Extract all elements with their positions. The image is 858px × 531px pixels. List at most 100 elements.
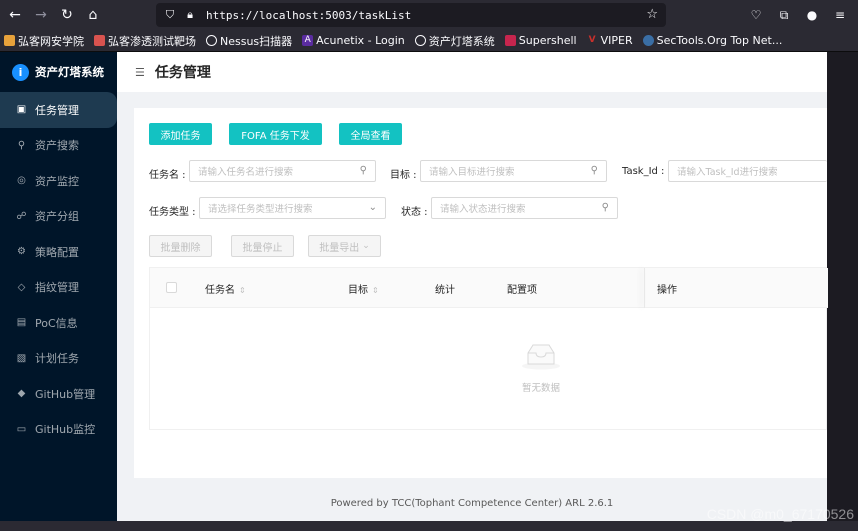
profile-icon[interactable]: ● xyxy=(800,3,824,27)
select-all-checkbox[interactable] xyxy=(166,282,177,293)
task-id-input[interactable]: 请输入Task_Id进行搜索 xyxy=(668,160,827,182)
sidebar: i 资产灯塔系统 ▣ 任务管理 ⚲ 资产搜索 ◎ 资产监控 ☍ 资产分组 ⚙ 策略配置 ◇… xyxy=(0,52,117,521)
global-view-button[interactable]: 全局查看 xyxy=(339,123,402,145)
home-icon[interactable]: ⌂ xyxy=(80,3,106,27)
back-icon[interactable]: ← xyxy=(2,3,28,27)
globe-icon xyxy=(206,35,217,46)
window-bottom-strip xyxy=(0,521,858,531)
sidebar-item-fingerprint[interactable]: ◇ 指纹管理 xyxy=(0,270,117,306)
bookmark-item[interactable]: SecTools.Org Top Net... xyxy=(642,34,782,47)
lock-icon[interactable]: 🔒︎ xyxy=(182,7,198,23)
task-id-placeholder: 请输入Task_Id进行搜索 xyxy=(677,167,778,178)
bookmark-label: Acunetix - Login xyxy=(316,34,405,47)
menu-fold-icon[interactable]: ☰ xyxy=(135,66,145,79)
batch-stop-button[interactable]: 批量停止 xyxy=(231,235,294,257)
browser-toolbar: ← → ↻ ⌂ ⛉ 🔒︎ https://localhost:5003/task… xyxy=(0,0,858,30)
extensions-icon[interactable]: ⧉ xyxy=(772,3,796,27)
column-header-config: 配置项 xyxy=(507,285,537,296)
bookmark-item[interactable]: V VIPER xyxy=(587,34,633,47)
sidebar-item-github-management[interactable]: ◆ GitHub管理 xyxy=(0,376,117,412)
monitor-icon: ◎ xyxy=(17,175,26,187)
bookmark-star-icon[interactable]: ☆ xyxy=(646,7,658,22)
task-type-placeholder: 请选择任务类型进行搜索 xyxy=(208,204,313,215)
supershell-icon xyxy=(504,35,516,46)
file-icon: ▤ xyxy=(16,317,27,329)
search-icon: ⚲ xyxy=(17,139,26,151)
task-name-placeholder: 请输入任务名进行搜索 xyxy=(198,167,294,178)
watermark: CSDN @m0_67170526 xyxy=(706,506,854,522)
column-header-stats: 统计 xyxy=(435,285,455,296)
task-type-select[interactable]: 请选择任务类型进行搜索 ⌄ xyxy=(199,197,386,219)
empty-state: 暂无数据 xyxy=(516,342,566,394)
task-id-label: Task_Id : xyxy=(622,166,665,177)
bookmark-item[interactable]: A Acunetix - Login xyxy=(302,34,405,47)
sidebar-item-label: 指纹管理 xyxy=(35,281,79,295)
reload-icon[interactable]: ↻ xyxy=(54,3,80,27)
chevron-down-icon: ⌄ xyxy=(362,241,370,251)
pocket-icon[interactable]: ♡ xyxy=(744,3,768,27)
task-table: 任务名 ⇕ 目标 ⇕ 统计 配置项 操作 暂无数据 xyxy=(149,267,828,430)
bookmark-item[interactable]: 弘客网安学院 xyxy=(4,33,84,49)
page-title: 任务管理 xyxy=(154,65,211,81)
status-input[interactable]: 请输入状态进行搜索 ⚲ xyxy=(431,197,618,219)
sidebar-item-label: 任务管理 xyxy=(35,103,79,117)
target-input[interactable]: 请输入目标进行搜索 ⚲ xyxy=(420,160,607,182)
status-label: 状态 : xyxy=(401,207,428,218)
bookmark-item[interactable]: Nessus扫描器 xyxy=(206,33,292,49)
logo-icon: i xyxy=(12,63,29,81)
url-text[interactable]: https://localhost:5003/taskList xyxy=(206,9,411,22)
sidebar-item-label: PoC信息 xyxy=(35,316,78,330)
task-name-input[interactable]: 请输入任务名进行搜索 ⚲ xyxy=(189,160,376,182)
batch-export-button[interactable]: 批量导出 ⌄ xyxy=(308,235,381,257)
batch-delete-button[interactable]: 批量删除 xyxy=(149,235,212,257)
schedule-icon: ▧ xyxy=(16,352,27,364)
table-header: 任务名 ⇕ 目标 ⇕ 统计 配置项 操作 xyxy=(150,268,828,308)
viper-icon: V xyxy=(588,35,596,45)
forward-icon[interactable]: → xyxy=(28,3,54,27)
sidebar-item-label: 策略配置 xyxy=(35,245,79,259)
sort-icon[interactable]: ⇕ xyxy=(239,286,246,295)
search-icon[interactable]: ⚲ xyxy=(591,165,598,176)
sort-icon[interactable]: ⇕ xyxy=(372,286,379,295)
target-label: 目标 : xyxy=(390,170,417,181)
bookmark-label: Nessus扫描器 xyxy=(220,34,293,48)
bookmark-item[interactable]: 弘客渗透测试靶场 xyxy=(94,33,196,49)
shield-icon[interactable]: ⛉ xyxy=(162,7,178,23)
column-header-actions: 操作 xyxy=(657,285,677,296)
sidebar-item-poc[interactable]: ▤ PoC信息 xyxy=(0,305,117,341)
sidebar-item-label: 资产监控 xyxy=(35,174,79,188)
sidebar-item-task-management[interactable]: ▣ 任务管理 xyxy=(0,92,117,128)
fofa-task-button[interactable]: FOFA 任务下发 xyxy=(229,123,322,145)
column-header-task-name[interactable]: 任务名 ⇕ xyxy=(205,281,246,296)
app-viewport: i 资产灯塔系统 ▣ 任务管理 ⚲ 资产搜索 ◎ 资产监控 ☍ 资产分组 ⚙ 策略配置 ◇… xyxy=(0,52,828,521)
bookmark-favicon-icon xyxy=(4,35,15,46)
column-header-target[interactable]: 目标 ⇕ xyxy=(348,281,379,296)
eye-icon xyxy=(642,35,654,46)
menu-icon[interactable]: ≡ xyxy=(828,3,852,27)
bookmark-item[interactable]: Supershell xyxy=(504,34,577,47)
tag-icon: ◇ xyxy=(17,281,26,293)
globe-icon xyxy=(414,35,426,46)
address-bar[interactable]: ⛉ 🔒︎ https://localhost:5003/taskList ☆ xyxy=(156,3,666,27)
search-icon[interactable]: ⚲ xyxy=(602,202,609,213)
logo[interactable]: i 资产灯塔系统 xyxy=(0,52,117,92)
bookmark-label: VIPER xyxy=(600,34,633,47)
sidebar-item-policy[interactable]: ⚙ 策略配置 xyxy=(0,234,117,270)
sidebar-item-asset-monitor[interactable]: ◎ 资产监控 xyxy=(0,163,117,199)
sidebar-item-asset-group[interactable]: ☍ 资产分组 xyxy=(0,199,117,235)
sidebar-item-asset-search[interactable]: ⚲ 资产搜索 xyxy=(0,128,117,164)
screen: ← → ↻ ⌂ ⛉ 🔒︎ https://localhost:5003/task… xyxy=(0,0,858,531)
search-icon[interactable]: ⚲ xyxy=(360,165,367,176)
sidebar-item-scheduled-task[interactable]: ▧ 计划任务 xyxy=(0,341,117,377)
bookmark-favicon-icon xyxy=(94,35,105,46)
sidebar-item-github-monitor[interactable]: ▭ GitHub监控 xyxy=(0,412,117,448)
bookmark-label: 弘客渗透测试靶场 xyxy=(108,34,196,48)
bookmark-item[interactable]: 资产灯塔系统 xyxy=(414,33,495,49)
fixed-column-divider xyxy=(644,268,645,308)
empty-inbox-icon xyxy=(522,344,560,370)
chevron-down-icon[interactable]: ⌄ xyxy=(369,202,377,213)
sidebar-item-label: 计划任务 xyxy=(35,352,79,366)
github-icon: ◆ xyxy=(17,388,26,400)
task-name-label: 任务名 : xyxy=(149,170,186,181)
add-task-button[interactable]: 添加任务 xyxy=(149,123,212,145)
